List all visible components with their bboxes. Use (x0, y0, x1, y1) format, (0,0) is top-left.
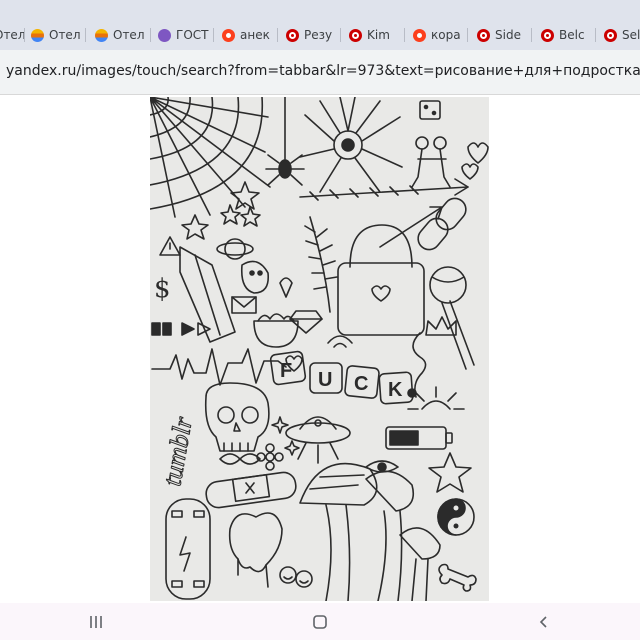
tab-label: Отел (113, 28, 145, 42)
ice-cream-icon (279, 277, 293, 298)
tab-label: Отел (0, 28, 24, 42)
doodle-svg: $ F U C K tumblr (150, 97, 489, 601)
yin-yang-icon (437, 498, 475, 536)
target-icon (604, 28, 617, 42)
letter-u: U (318, 369, 332, 391)
tab-separator (595, 28, 596, 42)
melting-heart-icon (228, 512, 283, 588)
target-icon (477, 28, 490, 42)
hotel-stripe-icon (95, 28, 108, 42)
music-note-icon (407, 332, 427, 398)
url-text[interactable]: yandex.ru/images/touch/search?from=tabba… (6, 63, 640, 79)
planet-icon (216, 238, 254, 260)
hotel-stripe-icon (31, 28, 44, 42)
dollar-icon: $ (154, 274, 171, 304)
padlock-icon (337, 224, 425, 336)
media-controls-icon (151, 322, 211, 336)
yandex-icon (413, 28, 426, 42)
flower-eye-icon (299, 97, 403, 193)
tab-separator (467, 28, 468, 42)
ufo-icon (285, 416, 351, 464)
warning-icon (159, 236, 181, 256)
tab-separator (85, 28, 86, 42)
tab-label: анек (240, 28, 270, 42)
star-icon (428, 452, 472, 493)
wifi-icon (327, 335, 353, 348)
tab-3[interactable]: ГОСТ (158, 22, 210, 48)
page-content: $ F U C K tumblr (0, 95, 640, 603)
home-icon[interactable] (300, 609, 340, 635)
leaf-icon (304, 216, 338, 313)
arrow-icon (379, 206, 443, 248)
tab-separator (340, 28, 341, 42)
smiley-blob-icon (240, 260, 270, 294)
tab-0[interactable]: Отел (0, 22, 24, 48)
address-bar[interactable]: yandex.ru/images/touch/search?from=tabba… (0, 50, 640, 95)
tab-label: Belc (559, 28, 585, 42)
letter-c: C (354, 373, 368, 395)
tab-separator (150, 28, 151, 42)
yandex-icon (222, 28, 235, 42)
tab-label: ГОСТ (176, 28, 209, 42)
target-icon (286, 28, 299, 42)
target-icon (349, 28, 362, 42)
bone-icon (438, 563, 477, 592)
back-icon[interactable] (524, 609, 564, 635)
battery-icon (385, 426, 453, 450)
globe-icon (158, 28, 171, 42)
envelope-icon (231, 296, 257, 314)
heart-icon (461, 163, 479, 180)
target-icon (541, 28, 554, 42)
diamond-icon (289, 310, 323, 334)
tab-4[interactable]: анек (222, 22, 272, 48)
crown-icon (425, 316, 457, 336)
tumblr-text: tumblr (157, 414, 198, 488)
dice-icon (419, 100, 441, 120)
smiley-faces-icon (279, 566, 313, 588)
tab-label: Kim (367, 28, 390, 42)
tab-10[interactable]: Sel (604, 22, 640, 48)
skateboard-icon (165, 498, 211, 600)
sun-icon (407, 386, 465, 410)
letter-k: K (388, 379, 403, 401)
sparkles-icon (271, 416, 300, 456)
tab-2[interactable]: Отел (95, 22, 145, 48)
tab-label: Sel (622, 28, 640, 42)
tab-label: Отел (49, 28, 81, 42)
flower-icon (256, 443, 284, 471)
tab-9[interactable]: Belc (541, 22, 591, 48)
letter-f: F (280, 360, 292, 382)
tab-separator (213, 28, 214, 42)
skull-icon (204, 382, 270, 452)
stars-icon (181, 181, 261, 240)
tab-1[interactable]: Отел (31, 22, 81, 48)
tab-separator (531, 28, 532, 42)
system-nav-bar (0, 603, 640, 640)
tab-8[interactable]: Side (477, 22, 527, 48)
stick-figures-icon (411, 136, 451, 188)
tab-label: кора (431, 28, 461, 42)
doodle-sketch-image[interactable]: $ F U C K tumblr (150, 97, 489, 601)
tab-separator (277, 28, 278, 42)
chain-icon (417, 197, 467, 251)
tab-label: Side (495, 28, 521, 42)
tab-6[interactable]: Kim (349, 22, 399, 48)
tab-5[interactable]: Резу (286, 22, 336, 48)
infinity-icon (219, 453, 261, 465)
recent-apps-icon[interactable] (76, 609, 116, 635)
tab-separator (24, 28, 25, 42)
heartbeat-icon (151, 348, 287, 386)
tab-strip: Отел Отел Отел ГОСТ анек Резу Kim кора S… (0, 0, 640, 50)
heart-icon (467, 142, 489, 164)
spider-icon (265, 97, 305, 186)
tab-7[interactable]: кора (413, 22, 463, 48)
mushrooms-icon (299, 462, 441, 601)
lollipop-icon (429, 266, 475, 370)
tab-label: Резу (304, 28, 333, 42)
bandage-icon (205, 471, 297, 509)
cake-icon (253, 313, 299, 348)
tab-separator (404, 28, 405, 42)
